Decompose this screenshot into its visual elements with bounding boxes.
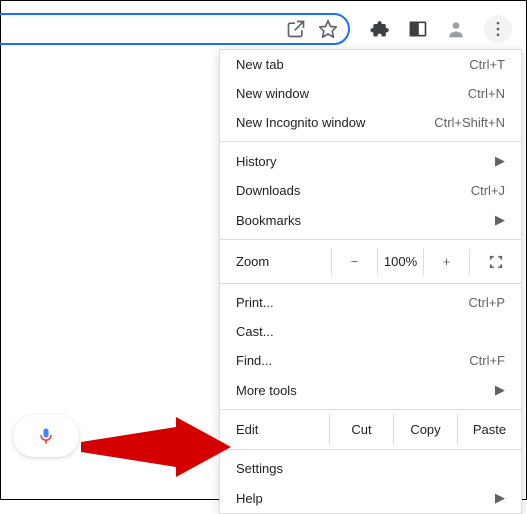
menu-more-tools[interactable]: More tools ▶ xyxy=(220,375,521,405)
menu-history[interactable]: History ▶ xyxy=(220,146,521,176)
menu-separator xyxy=(220,283,521,284)
menu-separator xyxy=(220,409,521,410)
menu-shortcut: Ctrl+T xyxy=(469,57,505,72)
edit-paste-button[interactable]: Paste xyxy=(457,414,521,445)
zoom-out-button[interactable]: − xyxy=(331,248,377,275)
menu-label: Print... xyxy=(236,295,274,310)
menu-find[interactable]: Find... Ctrl+F xyxy=(220,346,521,375)
menu-label: New Incognito window xyxy=(236,115,365,130)
menu-shortcut: Ctrl+P xyxy=(469,295,505,310)
menu-label: Help xyxy=(236,491,263,506)
browser-toolbar xyxy=(1,7,520,41)
menu-new-incognito[interactable]: New Incognito window Ctrl+Shift+N xyxy=(220,108,521,137)
star-icon[interactable] xyxy=(318,19,338,39)
menu-label: Zoom xyxy=(236,254,331,269)
menu-separator xyxy=(220,449,521,450)
window-frame: New tab Ctrl+T New window Ctrl+N New Inc… xyxy=(0,0,527,500)
menu-label: New tab xyxy=(236,57,284,72)
zoom-value: 100% xyxy=(377,248,423,275)
menu-new-tab[interactable]: New tab Ctrl+T xyxy=(220,50,521,79)
profile-icon[interactable] xyxy=(446,19,466,39)
menu-label: Downloads xyxy=(236,183,300,198)
menu-shortcut: Ctrl+F xyxy=(469,353,505,368)
menu-label: Find... xyxy=(236,353,272,368)
edit-copy-button[interactable]: Copy xyxy=(393,414,457,445)
menu-help[interactable]: Help ▶ xyxy=(220,483,521,513)
menu-shortcut: Ctrl+J xyxy=(471,183,505,198)
submenu-arrow-icon: ▶ xyxy=(495,212,505,228)
menu-label: Cast... xyxy=(236,324,274,339)
menu-separator xyxy=(220,141,521,142)
submenu-arrow-icon: ▶ xyxy=(495,490,505,506)
more-vertical-icon xyxy=(488,19,508,39)
menu-cast[interactable]: Cast... xyxy=(220,317,521,346)
menu-label: More tools xyxy=(236,383,297,398)
share-icon[interactable] xyxy=(286,19,306,39)
menu-separator xyxy=(220,239,521,240)
fullscreen-button[interactable] xyxy=(469,249,521,275)
menu-print[interactable]: Print... Ctrl+P xyxy=(220,288,521,317)
menu-downloads[interactable]: Downloads Ctrl+J xyxy=(220,176,521,205)
more-menu-button[interactable] xyxy=(484,15,512,43)
menu-label: New window xyxy=(236,86,309,101)
menu-bookmarks[interactable]: Bookmarks ▶ xyxy=(220,205,521,235)
extensions-icon[interactable] xyxy=(370,19,390,39)
chrome-main-menu: New tab Ctrl+T New window Ctrl+N New Inc… xyxy=(219,49,522,514)
menu-label: Settings xyxy=(236,461,283,476)
voice-search-button[interactable] xyxy=(13,415,79,457)
menu-edit-row: Edit Cut Copy Paste xyxy=(220,414,521,445)
menu-label: History xyxy=(236,154,276,169)
menu-shortcut: Ctrl+N xyxy=(468,86,505,101)
menu-zoom-row: Zoom − 100% + xyxy=(220,244,521,279)
menu-shortcut: Ctrl+Shift+N xyxy=(434,115,505,130)
menu-label: Edit xyxy=(236,414,329,445)
address-bar[interactable] xyxy=(0,13,350,45)
annotation-arrow xyxy=(81,417,231,477)
menu-label: Bookmarks xyxy=(236,213,301,228)
mic-icon xyxy=(36,426,56,446)
menu-new-window[interactable]: New window Ctrl+N xyxy=(220,79,521,108)
submenu-arrow-icon: ▶ xyxy=(495,382,505,398)
zoom-in-button[interactable]: + xyxy=(423,248,469,275)
edit-cut-button[interactable]: Cut xyxy=(329,414,393,445)
menu-settings[interactable]: Settings xyxy=(220,454,521,483)
submenu-arrow-icon: ▶ xyxy=(495,153,505,169)
sidepanel-icon[interactable] xyxy=(408,19,428,39)
